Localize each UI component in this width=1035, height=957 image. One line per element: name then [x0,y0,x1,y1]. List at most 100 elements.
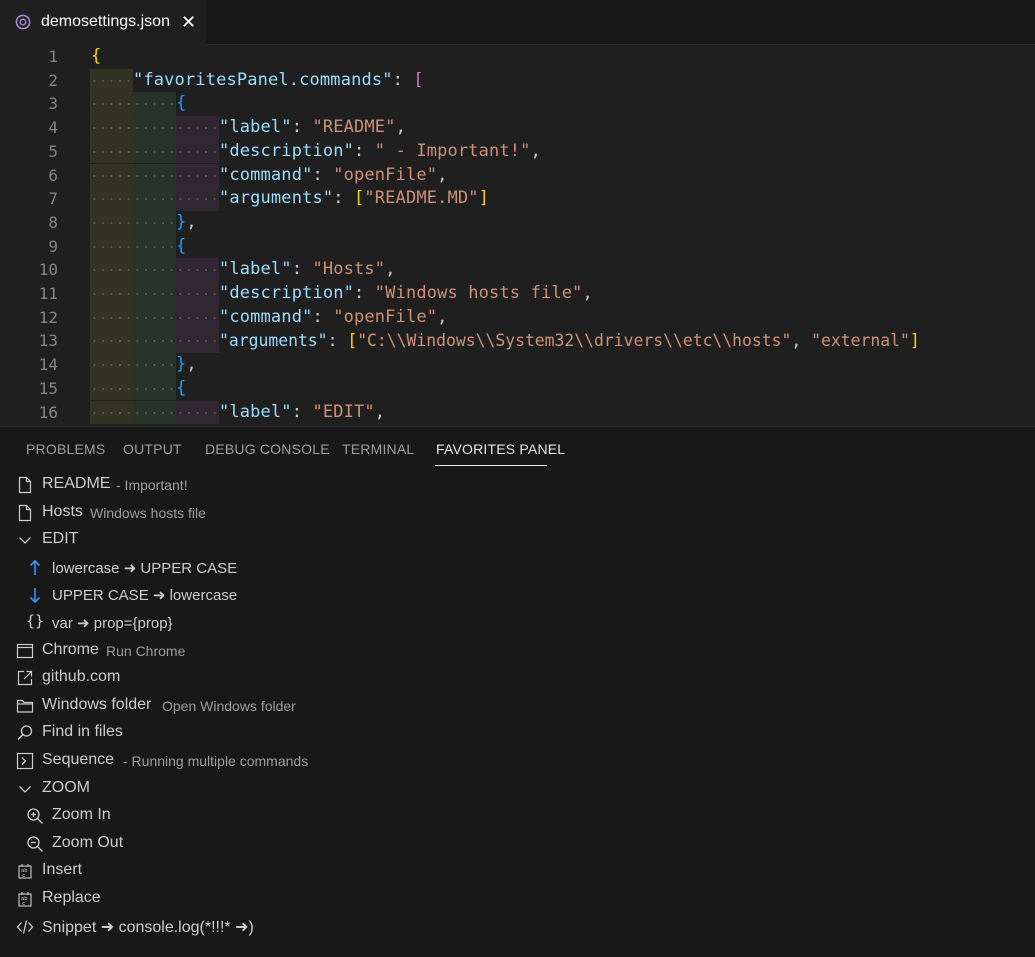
whitespace-marker [133,364,176,367]
line-number: 10 [38,260,58,280]
line-number: 9 [48,236,58,256]
whitespace-marker [133,174,176,177]
tab-favorites-panel[interactable]: FAVORITES PANEL [436,441,565,457]
line-number: 3 [48,94,58,114]
favorite-label: Hosts [42,502,83,520]
file-icon [16,476,34,494]
file-icon [16,504,34,522]
editor-tab-bar: demosettings.json ✕ [0,0,1035,45]
favorite-label: UPPER CASE ➜ lowercase [52,587,238,605]
code-text: "command": "openFile", [219,306,448,327]
favorite-item-find-in-files[interactable]: Find in files [0,720,1035,746]
code-line: 4 "label": "README", [0,116,1035,140]
favorite-label: Zoom Out [52,833,124,851]
line-number: 12 [38,307,58,327]
favorite-description: - Important! [116,477,188,493]
whitespace-marker [133,387,176,390]
whitespace-marker [176,127,219,130]
code-line: 8 }, [0,210,1035,235]
line-number: 16 [38,402,58,422]
terminal-icon [16,752,34,770]
code-line: 11 "description": "Windows hosts file", [0,282,1035,306]
favorite-label: Find in files [42,723,123,741]
whitespace-marker [90,245,133,248]
code-text: { [176,235,187,256]
whitespace-marker [90,269,133,272]
favorite-item-hosts[interactable]: Hosts Windows hosts file [0,500,1035,526]
chevron-down-icon [16,531,34,549]
braces-icon: {} [26,612,45,630]
whitespace-marker [176,150,219,153]
favorite-label: github.com [42,668,121,686]
zoom-in-icon [26,807,44,825]
favorite-item-sequence[interactable]: Sequence - Running multiple commands [0,748,1035,774]
code-line: 10 "label": "Hosts", [0,258,1035,282]
code-text: { [176,93,187,114]
favorite-item-chrome[interactable]: Chrome Run Chrome [0,638,1035,664]
favorite-description: Windows hosts file [90,504,206,521]
tab-debug-console[interactable]: DEBUG CONSOLE [205,441,330,457]
whitespace-marker [133,198,176,201]
whitespace-marker [133,293,176,295]
whitespace-marker [176,411,219,414]
favorite-item-snippet[interactable]: Snippet ➜ console.log(*!!!* ➜) [0,914,1035,940]
favorite-item-zoom-out[interactable]: Zoom Out [0,831,1035,857]
code-text: { [91,46,102,66]
whitespace-marker [133,316,176,319]
favorite-group-zoom[interactable]: ZOOM [0,776,1035,802]
whitespace-marker [90,79,133,82]
favorite-item-windows-folder[interactable]: Windows folder Open Windows folder [0,693,1035,719]
code-text: "description": " - Important!", [219,140,541,161]
favorite-group-label: EDIT [42,530,79,548]
whitespace-marker [90,411,133,414]
code-text: "command": "openFile", [219,164,448,185]
code-line: 1 { [0,45,1035,69]
favorite-label: Zoom In [52,806,111,824]
code-editor[interactable]: 1 { 2 "favoritesPanel.commands": [ 3 { 4… [0,45,1035,426]
favorite-item-to-lowercase[interactable]: UPPER CASE ➜ lowercase [0,582,1035,608]
code-text: "description": "Windows hosts file", [219,283,593,303]
line-number: 2 [48,70,58,90]
favorite-label: Sequence [42,751,115,768]
code-text: }, [176,354,197,375]
code-line: 3 { [0,92,1035,117]
search-icon [16,724,34,742]
favorite-description: Open Windows folder [162,697,296,714]
favorite-item-readme[interactable]: README - Important! [0,472,1035,498]
favorite-item-to-uppercase[interactable]: lowercase ➜ UPPER CASE [0,555,1035,581]
whitespace-marker [90,340,133,343]
code-line: 7 "arguments": ["README.MD"] [0,187,1035,211]
whitespace-marker [176,316,219,319]
favorite-group-edit[interactable]: EDIT [0,527,1035,553]
close-icon[interactable]: ✕ [181,12,196,32]
favorite-group-label: ZOOM [42,778,90,796]
favorite-item-replace[interactable]: ab c Replace [0,886,1035,912]
line-number: 5 [48,141,58,161]
symbol-key-icon: ab c [16,890,34,908]
favorite-label: lowercase ➜ UPPER CASE [52,559,238,577]
whitespace-marker [90,103,133,106]
code-text: "arguments": ["README.MD"] [219,188,490,209]
code-line: 2 "favoritesPanel.commands": [ [0,68,1035,93]
whitespace-marker [176,174,219,177]
favorite-label: var ➜ prop={prop} [52,615,173,632]
favorite-item-insert[interactable]: ab c Insert [0,858,1035,884]
favorite-item-github[interactable]: github.com [0,665,1035,691]
favorite-item-var-to-prop[interactable]: {} var ➜ prop={prop} [0,610,1035,636]
line-number: 14 [38,355,58,375]
whitespace-marker [133,411,176,414]
symbol-key-icon: ab c [16,862,34,880]
tab-demosettings-json[interactable]: demosettings.json ✕ [0,0,206,45]
line-number: 8 [48,212,58,232]
code-text: "label": "EDIT", [219,401,386,422]
whitespace-marker [133,245,176,248]
tab-problems[interactable]: PROBLEMS [26,441,105,457]
favorite-item-zoom-in[interactable]: Zoom In [0,803,1035,829]
active-tab-indicator [435,465,547,466]
favorite-label: Windows folder [42,695,152,713]
line-number: 7 [48,189,58,209]
tab-terminal[interactable]: TERMINAL [342,441,414,457]
tab-output[interactable]: OUTPUT [123,441,182,457]
whitespace-marker [90,198,133,201]
whitespace-marker [90,387,133,390]
